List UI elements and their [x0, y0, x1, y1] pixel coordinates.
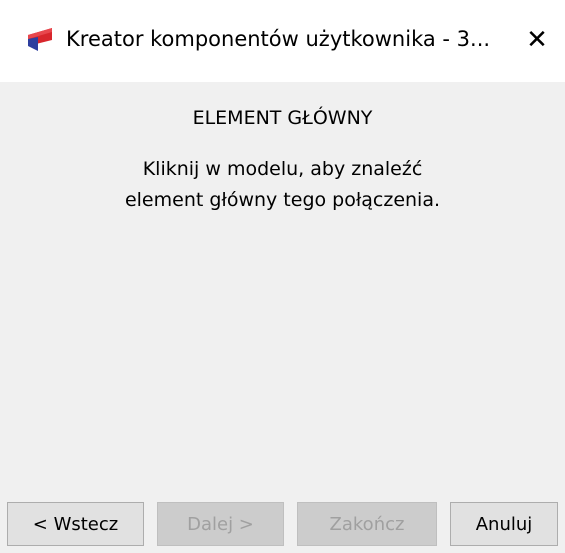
close-button[interactable]: ✕	[515, 18, 559, 62]
instruction-line-2: element główny tego połączenia.	[124, 189, 441, 211]
next-button[interactable]: Dalej >	[157, 502, 284, 546]
instruction-message: Kliknij w modelu, aby znaleźć element gł…	[0, 154, 565, 216]
step-heading: ELEMENT GŁÓWNY	[192, 107, 373, 129]
app-logo-icon	[24, 27, 54, 53]
title-bar[interactable]: Kreator komponentów użytkownika - 3... ✕	[0, 0, 565, 82]
wizard-window: Kreator komponentów użytkownika - 3... ✕…	[0, 0, 565, 553]
cancel-button[interactable]: Anuluj	[450, 502, 558, 546]
instruction-line-1: Kliknij w modelu, aby znaleźć	[142, 158, 423, 180]
back-button[interactable]: < Wstecz	[7, 502, 144, 546]
close-icon: ✕	[526, 25, 548, 55]
finish-button[interactable]: Zakończ	[297, 502, 437, 546]
wizard-content: ELEMENT GŁÓWNY Kliknij w modelu, aby zna…	[0, 82, 565, 502]
window-title: Kreator komponentów użytkownika - 3...	[66, 27, 491, 51]
